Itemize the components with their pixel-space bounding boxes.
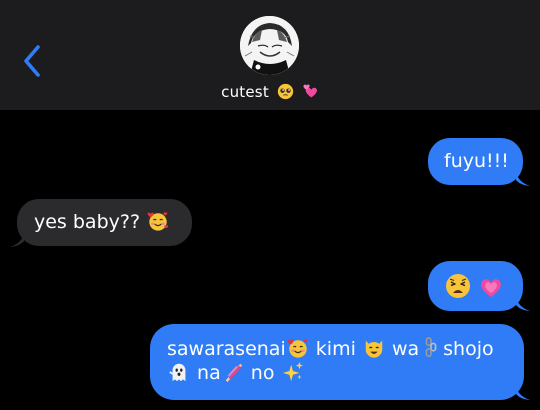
- message-word: wa: [391, 338, 420, 360]
- sent-message-bubble[interactable]: sawarasenai kimi wa shojo na no: [150, 324, 524, 400]
- bubble-tail: [516, 172, 530, 186]
- sparkles-emoji-icon: [282, 361, 303, 382]
- message-word: na: [197, 362, 221, 384]
- ghost-emoji-icon: [169, 363, 186, 382]
- message-word: shojo: [443, 338, 494, 360]
- smiling-face-with-hearts-emoji-icon: [147, 212, 169, 231]
- sent-emoji-message-bubble[interactable]: [428, 261, 523, 311]
- back-button[interactable]: [18, 42, 48, 80]
- message-word: sawarasenai: [167, 338, 286, 360]
- grinning-cat-emoji-icon: [365, 340, 383, 358]
- avatar-image: [240, 16, 299, 75]
- message-text: fuyu!!!: [444, 150, 509, 172]
- bubble-tail: [10, 233, 24, 247]
- message-word: kimi: [315, 338, 356, 360]
- message-line-2: na no: [167, 361, 524, 385]
- message-text: yes baby??: [34, 211, 141, 233]
- contact-name[interactable]: cutest: [0, 82, 540, 102]
- pleading-face-emoji-icon: [277, 83, 294, 100]
- messages-screen: cutest fuyu!!! yes baby?? sawarasenai ki…: [0, 0, 540, 410]
- chains-emoji-icon: [425, 337, 437, 358]
- smiling-face-with-hearts-emoji-icon: [287, 339, 307, 358]
- contact-name-text: cutest: [221, 83, 269, 101]
- weary-face-emoji-icon: [446, 274, 470, 298]
- conversation-header: cutest: [0, 0, 540, 110]
- growing-heart-emoji-icon: [481, 279, 501, 297]
- received-message-bubble[interactable]: yes baby??: [17, 199, 192, 246]
- message-line-1: sawarasenai kimi wa shojo: [167, 337, 524, 361]
- nail-polish-emoji-icon: [225, 363, 242, 383]
- sent-message-bubble[interactable]: fuyu!!!: [428, 138, 523, 185]
- chevron-left-icon: [24, 45, 40, 77]
- contact-avatar[interactable]: [240, 16, 299, 75]
- two-hearts-emoji-icon: [303, 84, 317, 98]
- bubble-tail: [516, 386, 530, 400]
- message-word: no: [250, 362, 275, 384]
- bubble-tail: [516, 297, 530, 311]
